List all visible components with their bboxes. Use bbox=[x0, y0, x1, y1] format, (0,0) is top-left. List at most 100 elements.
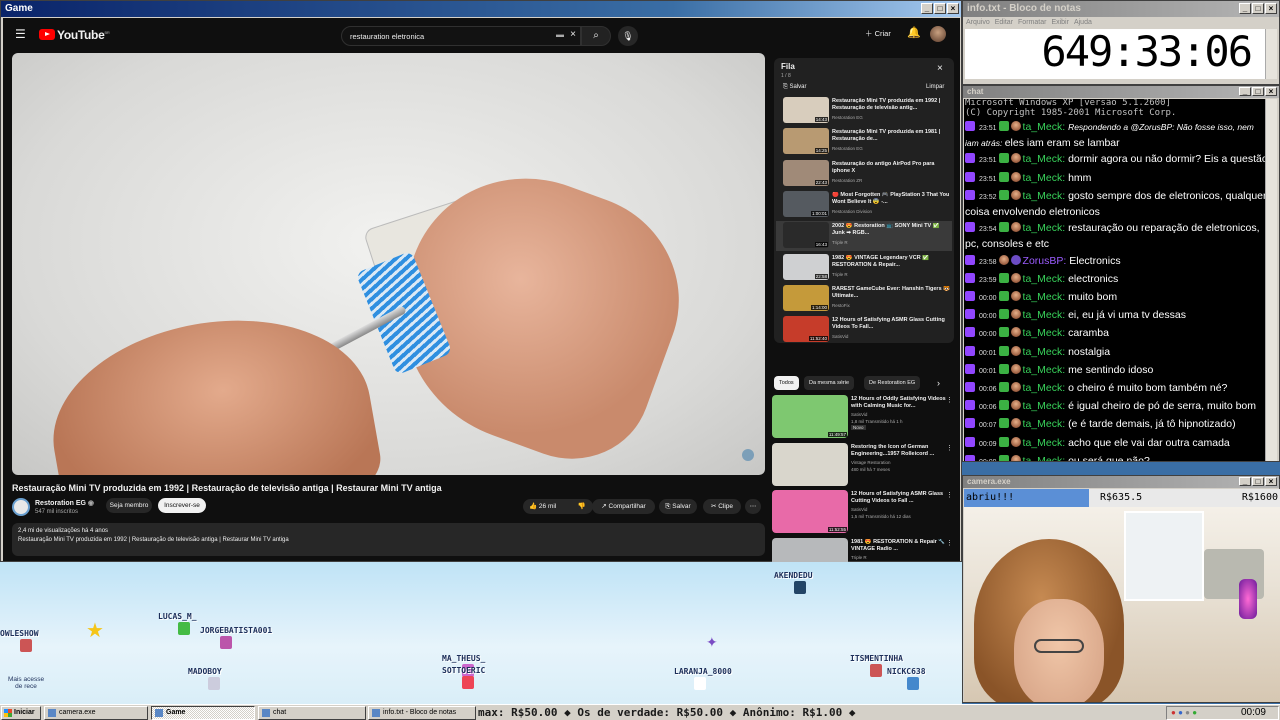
chat-username[interactable]: ta_Meck bbox=[1023, 364, 1063, 376]
join-button[interactable]: Seja membro bbox=[106, 498, 152, 513]
chat-username[interactable]: ta_Meck bbox=[1023, 309, 1063, 321]
account-avatar[interactable] bbox=[930, 26, 946, 42]
chat-username[interactable]: ta_Meck bbox=[1023, 222, 1063, 234]
scrollbar[interactable] bbox=[1265, 29, 1277, 79]
taskbar-button[interactable]: chat bbox=[258, 706, 366, 720]
thumbs-down-icon[interactable]: 👎 bbox=[578, 499, 586, 514]
taskbar-button[interactable]: info.txt - Bloco de notas bbox=[368, 706, 476, 720]
more-options-icon[interactable]: ⋮ bbox=[946, 539, 953, 547]
maximize-button[interactable]: □ bbox=[934, 3, 946, 14]
subscribe-button[interactable]: Inscrever-se bbox=[158, 498, 206, 513]
minimize-button[interactable]: _ bbox=[921, 3, 933, 14]
notepad-titlebar[interactable]: info.txt - Bloco de notas _ □ × bbox=[963, 1, 1279, 17]
tray-icon[interactable]: ● bbox=[1185, 708, 1190, 717]
maximize-button[interactable]: □ bbox=[1252, 477, 1264, 486]
clear-search-icon[interactable]: × bbox=[570, 29, 576, 40]
more-options-icon[interactable]: ⋮ bbox=[946, 396, 953, 404]
close-button[interactable]: × bbox=[1265, 477, 1277, 486]
chat-timestamp: 00:00 bbox=[979, 313, 997, 321]
queue-item[interactable]: 14:43 Restauração Mini TV produzida em 19… bbox=[776, 96, 952, 126]
channel-name[interactable]: Restoration EG ◉ bbox=[35, 499, 94, 507]
more-options-icon[interactable]: ⋮ bbox=[946, 444, 953, 452]
clip-button[interactable]: ✂ Clipe bbox=[703, 499, 741, 514]
chat-username[interactable]: ta_Meck bbox=[1023, 121, 1063, 133]
chat-username[interactable]: ta_Meck bbox=[1023, 437, 1063, 449]
queue-item[interactable]: 22:58 1982 😍 VINTAGE Legendary VCR ✅ REST… bbox=[776, 253, 952, 283]
menu-icon[interactable]: ☰ bbox=[15, 27, 26, 41]
create-button[interactable]: ＋ Criar bbox=[865, 28, 891, 39]
close-button[interactable]: × bbox=[1265, 3, 1277, 14]
game-window-titlebar[interactable]: Game _ □ × bbox=[1, 1, 961, 17]
filter-chip[interactable]: Da mesma série bbox=[804, 376, 855, 390]
chat-username[interactable]: ta_Meck bbox=[1023, 273, 1063, 285]
notepad-menu-item[interactable]: Ajuda bbox=[1074, 19, 1092, 26]
chips-next-icon[interactable]: › bbox=[937, 378, 940, 388]
filter-chip[interactable]: De Restoration EG bbox=[864, 376, 921, 390]
channel-avatar[interactable] bbox=[12, 498, 30, 516]
chat-username[interactable]: ta_Meck bbox=[1023, 327, 1063, 339]
chat-username[interactable]: ta_Meck bbox=[1023, 190, 1063, 202]
clear-queue-button[interactable]: Limpar bbox=[926, 84, 944, 90]
chat-username[interactable]: ta_Meck bbox=[1023, 382, 1063, 394]
notepad-menu-item[interactable]: Exibir bbox=[1051, 19, 1069, 26]
queue-item[interactable]: 11:52:40 12 Hours of Satisfying ASMR Glas… bbox=[776, 315, 952, 345]
notifications-icon[interactable]: 🔔 bbox=[907, 26, 921, 39]
queue-item[interactable]: 1:00:01 🔴 Most Forgotten 🎮 PlayStation 3 … bbox=[776, 190, 952, 220]
close-button[interactable]: × bbox=[947, 3, 959, 14]
minimize-button[interactable]: _ bbox=[1239, 87, 1251, 96]
save-queue-button[interactable]: ⎘ Salvar bbox=[783, 84, 807, 91]
chat-username[interactable]: ta_Meck bbox=[1023, 172, 1063, 184]
search-input[interactable]: restauration eletronica ▬ × bbox=[341, 26, 581, 46]
queue-item[interactable]: 1:14:00 RAREST GameCube Ever: Hanshin Tig… bbox=[776, 284, 952, 314]
filter-chip[interactable]: Todos bbox=[774, 376, 799, 390]
chat-username[interactable]: ta_Meck bbox=[1023, 455, 1063, 461]
maximize-button[interactable]: □ bbox=[1252, 3, 1264, 14]
chat-username[interactable]: ZorusBP bbox=[1023, 255, 1064, 267]
notepad-menu-item[interactable]: Arquivo bbox=[966, 19, 990, 26]
more-actions-icon[interactable]: ⋯ bbox=[745, 499, 761, 514]
youtube-logo[interactable]: YouTubeBR bbox=[39, 28, 110, 42]
recommended-video[interactable]: 11:49:57 12 Hours of Oddly Satisfying Vid… bbox=[772, 395, 958, 441]
close-queue-icon[interactable]: × bbox=[937, 63, 943, 74]
chat-titlebar[interactable]: chat _ □ × bbox=[963, 86, 1279, 98]
minimize-button[interactable]: _ bbox=[1239, 3, 1251, 14]
queue-item[interactable]: 22:43 Restauração do antigo AirPod Pro pa… bbox=[776, 159, 952, 189]
user-avatar bbox=[1010, 309, 1021, 320]
search-input-value: restauration eletronica bbox=[350, 32, 425, 41]
maximize-button[interactable]: □ bbox=[1252, 87, 1264, 96]
camera-titlebar[interactable]: camera.exe _ □ × bbox=[963, 476, 1279, 488]
minimize-button[interactable]: _ bbox=[1239, 477, 1251, 486]
more-options-icon[interactable]: ⋮ bbox=[946, 491, 953, 499]
chat-username[interactable]: ta_Meck bbox=[1023, 291, 1063, 303]
description-box[interactable]: 2,4 mi de visualizações há 4 anos Restau… bbox=[12, 523, 765, 556]
chat-timestamp: 23:58 bbox=[979, 258, 997, 266]
chat-log[interactable]: Microsoft Windows XP [versão 5.1.2600] (… bbox=[964, 99, 1268, 461]
queue-item[interactable]: 14:25 Restauração Mini TV produzida em 19… bbox=[776, 127, 952, 157]
queue-thumbnail: 1:14:00 bbox=[783, 284, 829, 311]
close-button[interactable]: × bbox=[1265, 87, 1277, 96]
chat-username[interactable]: ta_Meck bbox=[1023, 400, 1063, 412]
voice-search-button[interactable]: 🎙 bbox=[618, 26, 638, 46]
share-button[interactable]: ↗ Compartilhar bbox=[592, 499, 655, 514]
tray-icon[interactable]: ● bbox=[1192, 708, 1197, 717]
recommended-video[interactable]: 11:52:55 12 Hours of Satisfying ASMR Glas… bbox=[772, 490, 958, 536]
chat-username[interactable]: ta_Meck bbox=[1023, 153, 1063, 165]
like-button[interactable]: 👍 26 mil 👎 bbox=[523, 499, 593, 514]
tray-icon[interactable]: ● bbox=[1178, 708, 1183, 717]
timer-text[interactable]: 649:33:06 bbox=[965, 29, 1265, 79]
taskbar-button[interactable]: camera.exe bbox=[44, 706, 148, 720]
taskbar-button[interactable]: Game bbox=[151, 706, 255, 720]
video-player[interactable] bbox=[12, 53, 765, 475]
queue-item[interactable]: 16:43 2002 😍 Restoration 📺 SONY Mini TV ✅… bbox=[776, 221, 952, 252]
notepad-menu-item[interactable]: Formatar bbox=[1018, 19, 1046, 26]
search-button[interactable]: ⌕ bbox=[581, 26, 611, 46]
chat-username[interactable]: ta_Meck bbox=[1023, 418, 1063, 430]
tray-icon[interactable]: ● bbox=[1171, 708, 1176, 717]
save-button[interactable]: ⎘ Salvar bbox=[659, 499, 697, 514]
notepad-menu-item[interactable]: Editar bbox=[995, 19, 1013, 26]
chat-username[interactable]: ta_Meck bbox=[1023, 346, 1063, 358]
start-button[interactable]: Iniciar bbox=[1, 706, 41, 720]
keyboard-icon[interactable]: ▬ bbox=[556, 30, 564, 39]
scrollbar[interactable] bbox=[1265, 99, 1277, 461]
recommended-video[interactable]: Restoring the Icon of German Engineering… bbox=[772, 442, 958, 489]
